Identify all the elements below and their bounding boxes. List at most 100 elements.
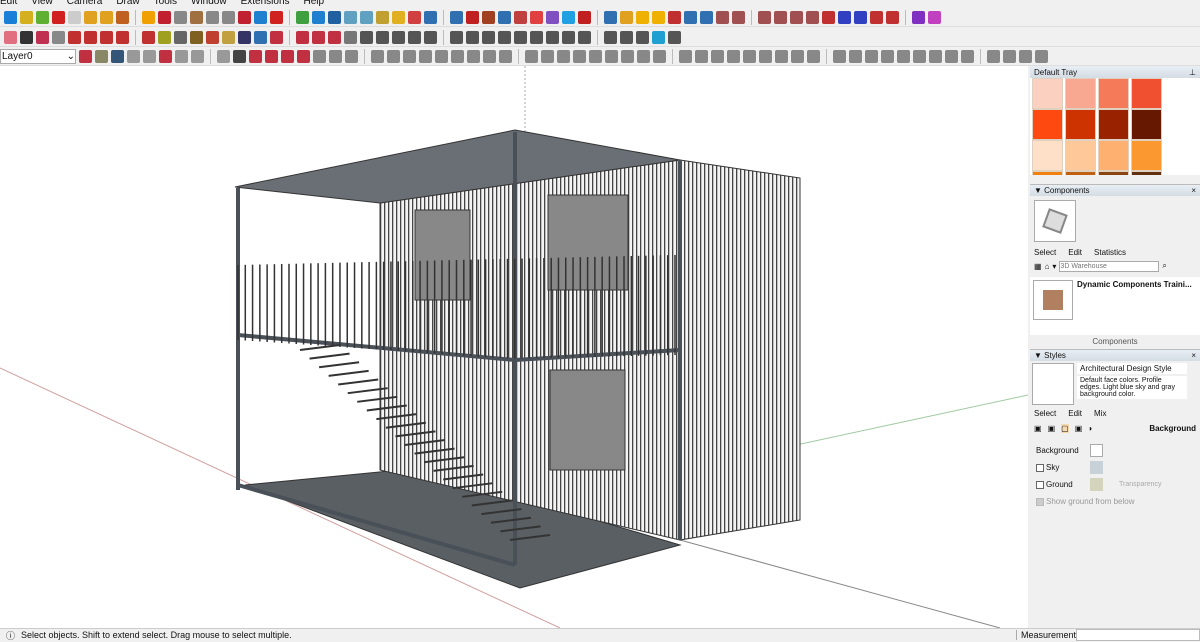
tool-icon[interactable] — [849, 49, 862, 63]
tool-icon[interactable] — [822, 10, 835, 24]
tool-icon[interactable] — [392, 30, 405, 44]
ground-color-swatch[interactable] — [1090, 478, 1103, 491]
tool-icon[interactable] — [360, 10, 373, 24]
tool-icon[interactable] — [174, 10, 187, 24]
material-swatch[interactable] — [1032, 140, 1063, 171]
tool-icon[interactable] — [466, 10, 479, 24]
tool-icon[interactable] — [424, 10, 437, 24]
tool-icon[interactable] — [668, 10, 681, 24]
tool-icon[interactable] — [870, 10, 883, 24]
tool-icon[interactable] — [84, 10, 97, 24]
material-swatch[interactable] — [1098, 171, 1129, 175]
tool-icon[interactable] — [945, 49, 958, 63]
tool-icon[interactable] — [466, 30, 479, 44]
tool-icon[interactable] — [546, 30, 559, 44]
tool-icon[interactable] — [807, 49, 820, 63]
tool-icon[interactable] — [774, 10, 787, 24]
tool-icon[interactable] — [52, 10, 65, 24]
menu-draw[interactable]: Draw — [116, 0, 139, 8]
tool-icon[interactable] — [620, 10, 633, 24]
tool-icon[interactable] — [679, 49, 692, 63]
tool-icon[interactable] — [158, 30, 171, 44]
tool-icon[interactable] — [159, 49, 172, 63]
tool-icon[interactable] — [116, 30, 129, 44]
tool-icon[interactable] — [881, 49, 894, 63]
tool-icon[interactable] — [636, 10, 649, 24]
tool-icon[interactable] — [557, 49, 570, 63]
ground-checkbox[interactable] — [1036, 480, 1044, 489]
tool-icon[interactable] — [912, 10, 925, 24]
tool-icon[interactable] — [1019, 49, 1032, 63]
tool-icon[interactable] — [498, 30, 511, 44]
close-icon[interactable]: × — [1191, 186, 1196, 195]
tool-icon[interactable] — [20, 10, 33, 24]
tool-icon[interactable] — [206, 10, 219, 24]
tool-icon[interactable] — [562, 30, 575, 44]
menu-view[interactable]: View — [31, 0, 53, 8]
tool-icon[interactable] — [450, 30, 463, 44]
tab-select[interactable]: Select — [1034, 248, 1056, 257]
tool-icon[interactable] — [249, 49, 262, 63]
tool-icon[interactable] — [546, 10, 559, 24]
material-swatch[interactable] — [1098, 109, 1129, 140]
component-list-item[interactable]: Dynamic Components Traini... — [1030, 277, 1200, 335]
tool-icon[interactable] — [344, 10, 357, 24]
layer-select[interactable]: Layer0 ⌄ — [0, 48, 76, 64]
tool-icon[interactable] — [652, 30, 665, 44]
tool-icon[interactable] — [233, 49, 246, 63]
tool-icon[interactable] — [961, 49, 974, 63]
tool-icon[interactable] — [296, 10, 309, 24]
tool-icon[interactable] — [653, 49, 666, 63]
face-settings-icon[interactable]: ▣ — [1048, 424, 1056, 433]
tool-icon[interactable] — [743, 49, 756, 63]
tool-icon[interactable] — [668, 30, 681, 44]
tool-icon[interactable] — [450, 10, 463, 24]
tool-icon[interactable] — [711, 49, 724, 63]
tool-icon[interactable] — [482, 30, 495, 44]
tool-icon[interactable] — [854, 10, 867, 24]
tool-icon[interactable] — [100, 10, 113, 24]
tool-icon[interactable] — [775, 49, 788, 63]
tool-icon[interactable] — [190, 10, 203, 24]
tool-icon[interactable] — [222, 10, 235, 24]
close-icon[interactable]: × — [1191, 351, 1196, 360]
background-settings-icon[interactable]: ▢ — [1061, 423, 1069, 433]
tab-statistics[interactable]: Statistics — [1094, 248, 1126, 257]
tool-icon[interactable] — [1035, 49, 1048, 63]
tool-icon[interactable] — [530, 30, 543, 44]
tool-icon[interactable] — [36, 10, 49, 24]
tool-icon[interactable] — [790, 10, 803, 24]
tool-icon[interactable] — [806, 10, 819, 24]
tool-icon[interactable] — [68, 10, 81, 24]
tool-icon[interactable] — [313, 49, 326, 63]
tool-icon[interactable] — [328, 30, 341, 44]
tool-icon[interactable] — [499, 49, 512, 63]
tool-icon[interactable] — [79, 49, 92, 63]
tool-icon[interactable] — [265, 49, 278, 63]
tool-icon[interactable] — [143, 49, 156, 63]
tool-icon[interactable] — [387, 49, 400, 63]
tool-icon[interactable] — [328, 10, 341, 24]
material-swatch[interactable] — [1098, 78, 1129, 109]
tool-icon[interactable] — [791, 49, 804, 63]
style-name[interactable]: Architectural Design Style — [1077, 363, 1187, 374]
menu-extensions[interactable]: Extensions — [241, 0, 290, 8]
tool-icon[interactable] — [312, 10, 325, 24]
menu-edit[interactable]: Edit — [0, 0, 17, 8]
tool-icon[interactable] — [482, 10, 495, 24]
tool-icon[interactable] — [419, 49, 432, 63]
dropdown-icon[interactable]: ▾ — [1052, 262, 1056, 271]
tool-icon[interactable] — [68, 30, 81, 44]
tool-icon[interactable] — [116, 10, 129, 24]
model-viewport[interactable] — [0, 66, 1028, 628]
tool-icon[interactable] — [514, 10, 527, 24]
tool-icon[interactable] — [530, 10, 543, 24]
tool-icon[interactable] — [111, 49, 124, 63]
material-swatch[interactable] — [1032, 109, 1063, 140]
tool-icon[interactable] — [127, 49, 140, 63]
tool-icon[interactable] — [344, 30, 357, 44]
tool-icon[interactable] — [913, 49, 926, 63]
tool-icon[interactable] — [376, 10, 389, 24]
tool-icon[interactable] — [498, 10, 511, 24]
material-swatch[interactable] — [1098, 140, 1129, 171]
